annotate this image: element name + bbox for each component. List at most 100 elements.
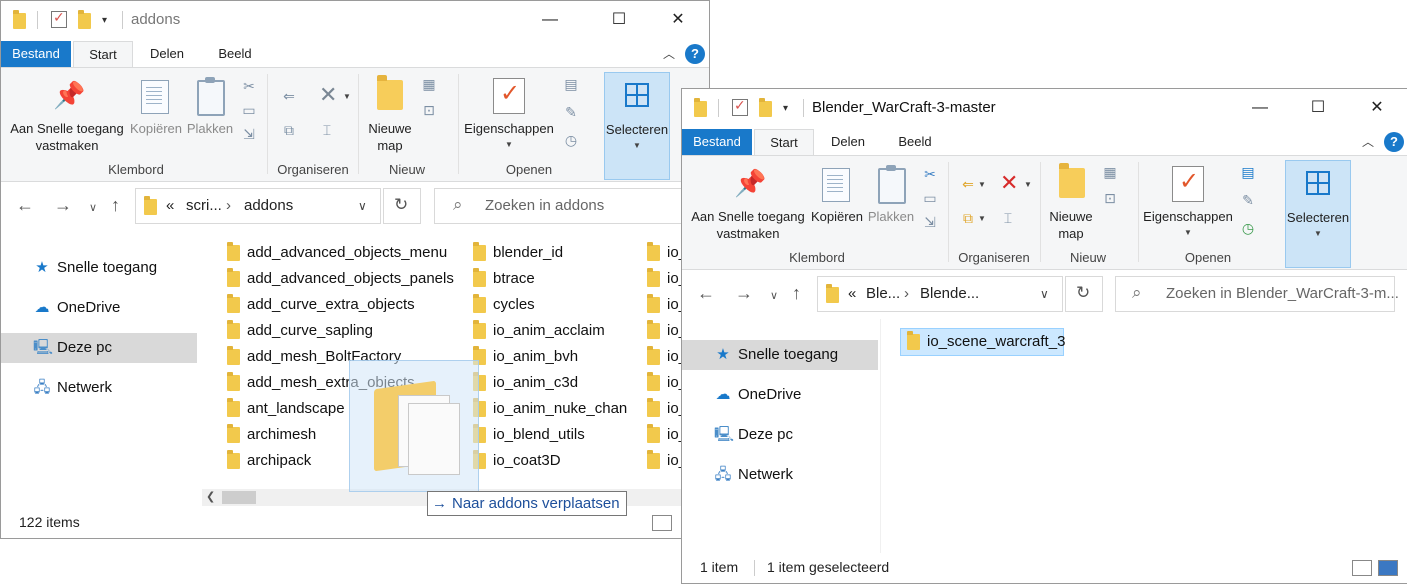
tab-delen[interactable]: Delen: [138, 41, 196, 67]
up-icon[interactable]: ↑: [111, 195, 120, 216]
recent-locations-icon[interactable]: ∨: [770, 289, 778, 302]
search-box[interactable]: ⌕ Zoeken in Blender_WarCraft-3-m...: [1115, 276, 1399, 312]
help-icon[interactable]: ?: [685, 44, 705, 64]
chevron-down-icon[interactable]: ∨: [1040, 287, 1049, 301]
easy-access-icon[interactable]: ⊡: [1102, 190, 1118, 206]
tab-bestand[interactable]: Bestand: [682, 129, 752, 155]
chevron-down-icon[interactable]: ▼: [1184, 228, 1192, 237]
properties-button[interactable]: Eigenschappen: [461, 120, 557, 137]
copy-button[interactable]: Kopiëren: [127, 120, 185, 137]
edit-icon[interactable]: ✎: [1240, 192, 1256, 208]
details-view-icon[interactable]: [1352, 560, 1372, 576]
collapse-ribbon-icon[interactable]: ︿: [663, 45, 675, 62]
help-icon[interactable]: ?: [1384, 132, 1404, 152]
chevron-down-icon[interactable]: ▼: [1024, 180, 1032, 189]
easy-access-icon[interactable]: ⊡: [421, 102, 437, 118]
copy-button[interactable]: Kopiëren: [808, 208, 866, 225]
move-to-icon[interactable]: ⇐: [960, 176, 976, 192]
nav-item-this-pc[interactable]: 🖳 Deze pc: [682, 420, 878, 450]
properties-quick-icon[interactable]: [732, 97, 748, 116]
up-icon[interactable]: ↑: [792, 283, 801, 304]
nav-item-quick-access[interactable]: ★ Snelle toegang: [682, 340, 878, 370]
paste-button[interactable]: Plakken: [185, 120, 235, 137]
nav-item-network[interactable]: 🖧 Netwerk: [682, 460, 878, 490]
back-icon[interactable]: ←: [16, 195, 34, 216]
paste-shortcut-icon[interactable]: ⇲: [241, 126, 257, 142]
chevron-down-icon[interactable]: ▼: [505, 140, 513, 149]
paste-button[interactable]: Plakken: [866, 208, 916, 225]
edit-icon[interactable]: ✎: [563, 104, 579, 120]
title-bar[interactable]: ▾ Blender_WarCraft-3-master — ☐ ✕: [682, 89, 1407, 127]
nav-item-onedrive[interactable]: ☁ OneDrive: [682, 380, 878, 410]
tab-start[interactable]: Start: [754, 129, 814, 156]
pin-to-quick-access-button[interactable]: Aan Snelle toegang vastmaken: [688, 208, 808, 242]
nav-item-network[interactable]: 🖧 Netwerk: [1, 373, 197, 403]
select-button[interactable]: Selecteren ▼: [604, 72, 670, 180]
collapse-ribbon-icon[interactable]: ︿: [1362, 133, 1374, 150]
scrollbar-thumb[interactable]: [222, 491, 256, 504]
recent-locations-icon[interactable]: ∨: [89, 201, 97, 214]
open-icon[interactable]: ▤: [1240, 164, 1256, 180]
move-to-icon[interactable]: ⇐: [281, 88, 297, 104]
search-box[interactable]: ⌕ Zoeken in addons: [434, 188, 706, 224]
scroll-left-icon[interactable]: ❮: [206, 490, 215, 503]
new-folder-button[interactable]: Nieuwe map: [363, 120, 417, 154]
search-input[interactable]: Zoeken in Blender_WarCraft-3-m...: [1166, 285, 1399, 302]
search-input[interactable]: Zoeken in addons: [485, 197, 604, 214]
breadcrumb-segment[interactable]: Blende...: [920, 285, 979, 302]
cut-icon[interactable]: ✂: [922, 166, 938, 182]
new-folder-quick-icon[interactable]: [78, 10, 91, 29]
rename-icon[interactable]: ⌶: [1000, 210, 1016, 226]
chevron-down-icon[interactable]: ∨: [358, 199, 367, 213]
tab-beeld[interactable]: Beeld: [206, 41, 264, 67]
breadcrumb-segment[interactable]: scri...: [186, 197, 222, 214]
chevron-down-icon[interactable]: ▼: [978, 180, 986, 189]
chevron-down-icon[interactable]: ▼: [978, 214, 986, 223]
breadcrumb-segment[interactable]: addons: [244, 197, 293, 214]
paste-shortcut-icon[interactable]: ⇲: [922, 214, 938, 230]
pin-to-quick-access-button[interactable]: Aan Snelle toegang vastmaken: [7, 120, 127, 154]
copy-path-icon[interactable]: ▭: [241, 102, 257, 118]
refresh-button[interactable]: ↻: [1065, 276, 1103, 312]
new-item-icon[interactable]: ▦: [1102, 164, 1118, 180]
new-folder-button[interactable]: Nieuwe map: [1044, 208, 1098, 242]
select-button[interactable]: Selecteren ▼: [1285, 160, 1351, 268]
nav-item-quick-access[interactable]: ★ Snelle toegang: [1, 253, 197, 283]
tab-beeld[interactable]: Beeld: [886, 129, 944, 155]
minimize-button[interactable]: —: [1237, 89, 1283, 127]
properties-button[interactable]: Eigenschappen: [1140, 208, 1236, 225]
rename-icon[interactable]: ⌶: [319, 122, 335, 138]
breadcrumb-segment[interactable]: Ble...: [866, 285, 900, 302]
copy-to-icon[interactable]: ⧉: [281, 122, 297, 138]
tab-start[interactable]: Start: [73, 41, 133, 68]
breadcrumb-separator-icon[interactable]: ›: [904, 285, 909, 302]
refresh-button[interactable]: ↻: [383, 188, 421, 224]
nav-item-onedrive[interactable]: ☁ OneDrive: [1, 293, 197, 323]
address-prefix[interactable]: «: [166, 197, 174, 214]
new-item-icon[interactable]: ▦: [421, 76, 437, 92]
address-bar[interactable]: « Ble... › Blende... ∨: [817, 276, 1063, 312]
close-button[interactable]: ✕: [1354, 89, 1400, 127]
close-button[interactable]: ✕: [655, 1, 701, 39]
maximize-button[interactable]: ☐: [596, 1, 642, 39]
address-bar[interactable]: « scri... › addons ∨: [135, 188, 381, 224]
copy-path-icon[interactable]: ▭: [922, 190, 938, 206]
nav-item-this-pc[interactable]: 🖳 Deze pc: [1, 333, 197, 363]
address-prefix[interactable]: «: [848, 285, 856, 302]
copy-to-icon[interactable]: ⧉: [960, 210, 976, 226]
history-icon[interactable]: ◷: [563, 132, 579, 148]
delete-icon[interactable]: ✕: [319, 82, 337, 108]
open-icon[interactable]: ▤: [563, 76, 579, 92]
large-icons-view-icon[interactable]: [1378, 560, 1398, 576]
history-icon[interactable]: ◷: [1240, 220, 1256, 236]
back-icon[interactable]: ←: [697, 283, 715, 304]
list-item-selected[interactable]: io_scene_warcraft_3: [900, 328, 1065, 356]
customize-quick-access-icon[interactable]: ▾: [783, 103, 788, 114]
minimize-button[interactable]: —: [527, 1, 573, 39]
cut-icon[interactable]: ✂: [241, 78, 257, 94]
breadcrumb-separator-icon[interactable]: ›: [226, 197, 231, 214]
delete-icon[interactable]: ✕: [1000, 170, 1018, 196]
chevron-down-icon[interactable]: ▼: [343, 92, 351, 101]
customize-quick-access-icon[interactable]: ▾: [102, 15, 107, 26]
details-view-icon[interactable]: [652, 515, 672, 531]
